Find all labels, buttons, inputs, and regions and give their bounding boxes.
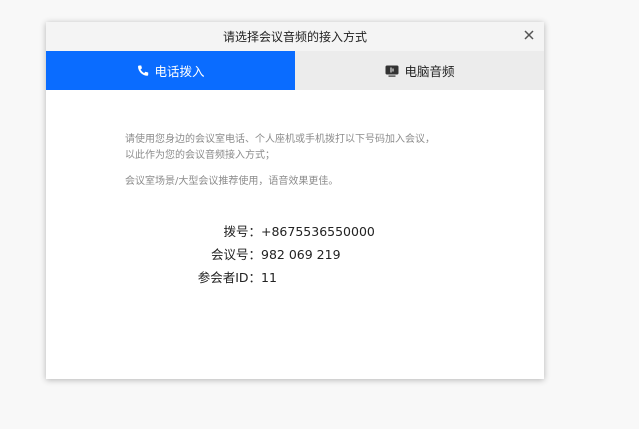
close-icon[interactable] xyxy=(522,28,536,42)
dial-row: 拨号： +8675536550000 xyxy=(46,223,544,241)
tab-phone-dial-in[interactable]: 电话拨入 xyxy=(46,51,295,90)
dialog-title: 请选择会议音频的接入方式 xyxy=(222,30,367,44)
tab-phone-label: 电话拨入 xyxy=(154,64,205,79)
instructions-line-2: 以此作为您的会议音频接入方式； xyxy=(125,150,275,161)
dial-label: 拨号： xyxy=(223,224,261,239)
dialog-titlebar: 请选择会议音频的接入方式 xyxy=(46,22,544,51)
instructions: 请使用您身边的会议室电话、个人座机或手机拨打以下号码加入会议， 以此作为您的会议… xyxy=(125,132,485,190)
meeting-row: 会议号： 982 069 219 xyxy=(46,246,544,264)
computer-audio-icon xyxy=(384,64,400,78)
participant-label: 参会者ID： xyxy=(197,270,261,285)
tab-computer-label: 电脑音频 xyxy=(404,64,455,79)
phone-icon xyxy=(136,64,150,78)
participant-id: 11 xyxy=(261,270,277,285)
meeting-label: 会议号： xyxy=(210,247,261,262)
tab-computer-audio[interactable]: 电脑音频 xyxy=(295,51,544,90)
instructions-line-3: 会议室场景/大型会议推荐使用，语音效果更佳。 xyxy=(125,176,339,187)
dial-number: +8675536550000 xyxy=(261,224,375,239)
meeting-number: 982 069 219 xyxy=(261,247,341,262)
audio-join-dialog: 请选择会议音频的接入方式 电话拨入 电脑音频 请使用您身边的会议室电话、个人座机… xyxy=(46,22,544,379)
participant-row: 参会者ID： 11 xyxy=(46,269,544,287)
audio-tabs: 电话拨入 电脑音频 xyxy=(46,51,544,90)
instructions-line-1: 请使用您身边的会议室电话、个人座机或手机拨打以下号码加入会议， xyxy=(125,134,435,145)
